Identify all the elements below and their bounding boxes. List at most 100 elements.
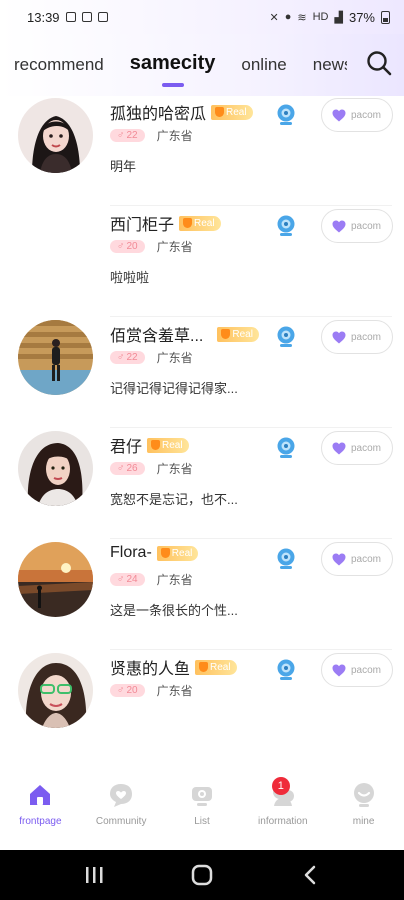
- like-label: pacom: [351, 553, 382, 565]
- tab-bar: recommend samecity online news: [14, 52, 347, 87]
- like-label: pacom: [351, 331, 382, 343]
- video-call-icon[interactable]: [276, 437, 296, 459]
- user-name: Flora-: [110, 544, 152, 561]
- heart-icon: [332, 664, 346, 676]
- avatar[interactable]: [18, 653, 93, 728]
- age-badge: ♂ 22: [110, 351, 145, 364]
- search-icon[interactable]: [364, 48, 394, 78]
- heart-icon: [332, 553, 346, 565]
- shield-icon: [183, 218, 193, 228]
- real-badge: Real: [211, 104, 253, 120]
- bag-icon: [81, 12, 92, 22]
- nav-list[interactable]: List: [162, 768, 242, 850]
- recent-apps-icon: [86, 867, 103, 883]
- real-badge: Real: [179, 215, 221, 231]
- like-label: pacom: [351, 442, 382, 454]
- like-button[interactable]: pacom: [321, 431, 393, 465]
- age-badge: ♂ 20: [110, 684, 145, 697]
- shield-icon: [215, 107, 225, 117]
- notification-badge: 1: [271, 777, 290, 795]
- nav-information[interactable]: 1 information: [243, 768, 323, 850]
- nav-mine[interactable]: mine: [324, 768, 404, 850]
- calendar-icon: [97, 12, 108, 22]
- recent-apps-button[interactable]: [74, 860, 114, 890]
- row-divider: [110, 316, 392, 317]
- like-button[interactable]: pacom: [321, 653, 393, 687]
- row-divider: [110, 538, 392, 539]
- user-list: 孤独的哈密瓜 Real ♂ 22 广东省 明年 pacom 西门柜子 Real …: [0, 96, 404, 768]
- user-name: 贤惠的人鱼: [110, 661, 191, 678]
- shield-icon: [199, 662, 209, 672]
- user-name: 孤独的哈密瓜: [110, 106, 207, 123]
- signal-label: HD: [312, 11, 329, 23]
- row-divider: [110, 205, 392, 206]
- like-label: pacom: [351, 220, 382, 232]
- tab-samecity[interactable]: samecity: [130, 52, 215, 87]
- real-badge: Real: [195, 659, 237, 675]
- user-row[interactable]: 孤独的哈密瓜 Real ♂ 22 广东省 明年 pacom: [0, 96, 404, 207]
- tab-recommend[interactable]: recommend: [14, 55, 104, 75]
- user-signature: 宽恕不是忘记，也不...: [110, 492, 238, 507]
- signal-icon: ▟: [334, 11, 343, 24]
- age-badge: ♂ 26: [110, 462, 145, 475]
- battery-icon: [381, 10, 390, 24]
- nav-community[interactable]: Community: [81, 768, 161, 850]
- video-call-icon[interactable]: [276, 326, 296, 348]
- heart-icon: [332, 442, 346, 454]
- mine-icon: [353, 783, 374, 807]
- user-location: 广东省: [156, 129, 193, 143]
- user-location: 广东省: [156, 684, 193, 698]
- like-button[interactable]: pacom: [321, 209, 393, 243]
- avatar[interactable]: [18, 98, 93, 173]
- video-call-icon[interactable]: [276, 548, 296, 570]
- status-bar: 13:39 ✕ ● ≋ HD ▟ 37%: [0, 0, 404, 34]
- user-row[interactable]: 贤惠的人鱼 Real ♂ 20 广东省 pacom: [0, 651, 404, 762]
- avatar[interactable]: [18, 542, 93, 617]
- user-row[interactable]: 西门柜子 Real ♂ 20 广东省 啦啦啦 pacom: [0, 207, 404, 318]
- like-label: pacom: [351, 109, 382, 121]
- user-signature: 明年: [110, 159, 137, 174]
- location-icon: ●: [284, 11, 292, 23]
- real-badge: Real: [217, 326, 259, 342]
- video-call-icon[interactable]: [276, 659, 296, 681]
- user-row[interactable]: 佰赏含羞草... Real ♂ 22 广东省 记得记得记得记得家... paco…: [0, 318, 404, 429]
- avatar[interactable]: [18, 320, 93, 395]
- age-badge: ♂ 20: [110, 240, 145, 253]
- like-button[interactable]: pacom: [321, 320, 393, 354]
- heart-icon: [332, 220, 346, 232]
- status-time: 13:39: [27, 9, 60, 25]
- user-name: 佰赏含羞草...: [110, 328, 204, 345]
- user-row[interactable]: 君仔 Real ♂ 26 广东省 宽恕不是忘记，也不... pacom: [0, 429, 404, 540]
- heart-icon: [332, 109, 346, 121]
- age-badge: ♂ 22: [110, 129, 145, 142]
- bottom-navigation: frontpage Community List 1 information m…: [0, 768, 404, 850]
- video-call-icon[interactable]: [276, 104, 296, 126]
- user-row[interactable]: Flora- Real ♂ 24 广东省 这是一条很长的个性... pacom: [0, 540, 404, 651]
- shield-icon: [151, 440, 161, 450]
- tab-news[interactable]: news: [313, 55, 347, 75]
- nav-frontpage[interactable]: frontpage: [0, 768, 80, 850]
- community-icon: [110, 784, 133, 807]
- video-call-icon[interactable]: [276, 215, 296, 237]
- home-circle-icon: [191, 864, 213, 886]
- user-location: 广东省: [156, 240, 193, 254]
- home-icon: [30, 785, 51, 805]
- like-label: pacom: [351, 664, 382, 676]
- like-button[interactable]: pacom: [321, 542, 393, 576]
- back-button[interactable]: [290, 860, 330, 890]
- user-location: 广东省: [156, 351, 193, 365]
- avatar[interactable]: [18, 431, 93, 506]
- home-button[interactable]: [182, 860, 222, 890]
- gallery-icon: [65, 12, 76, 22]
- user-name: 西门柜子: [110, 217, 175, 234]
- heart-icon: [332, 331, 346, 343]
- like-button[interactable]: pacom: [321, 98, 393, 132]
- user-name: 君仔: [110, 439, 143, 456]
- system-navigation-bar: [0, 850, 404, 900]
- battery-percent: 37%: [348, 9, 375, 25]
- tab-online[interactable]: online: [241, 55, 286, 75]
- shield-icon: [221, 329, 231, 339]
- back-chevron-icon: [304, 865, 316, 885]
- top-navigation: recommend samecity online news: [0, 34, 404, 96]
- user-signature: 啦啦啦: [110, 270, 150, 285]
